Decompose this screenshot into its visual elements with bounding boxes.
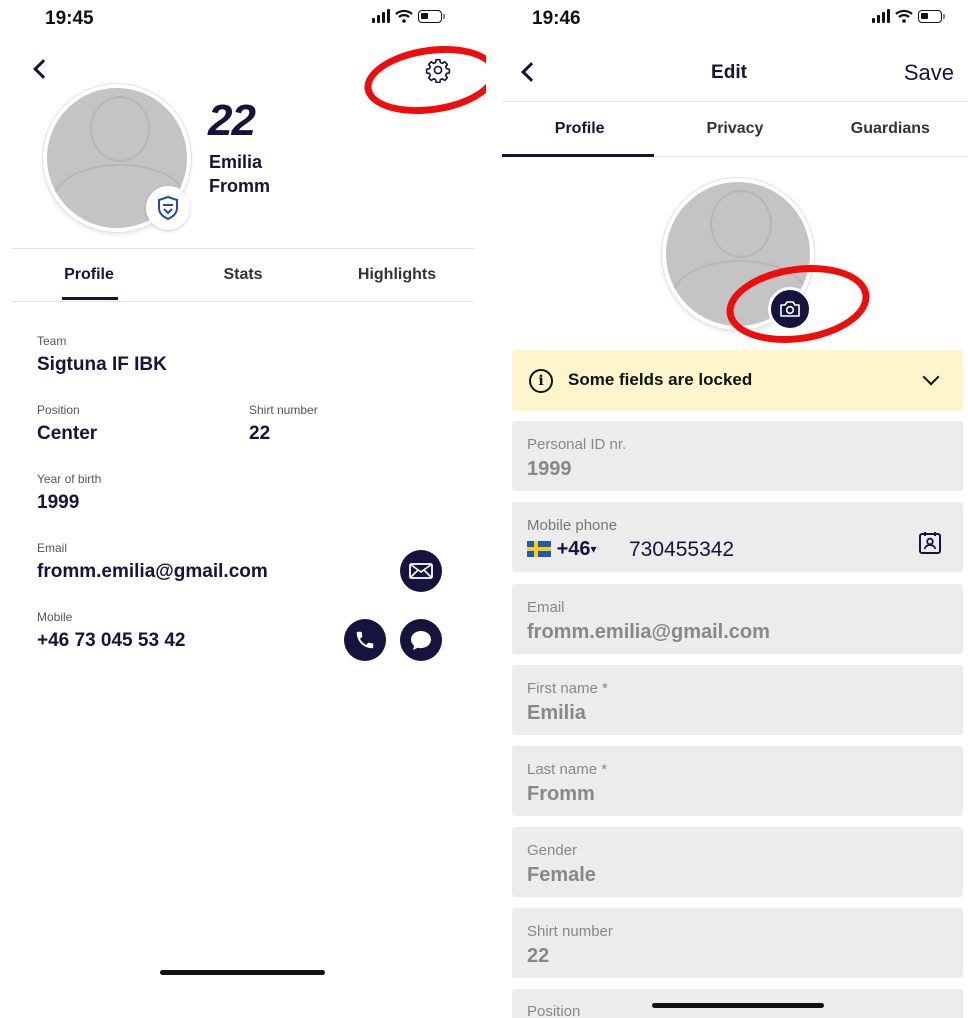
last-name-value: Fromm bbox=[527, 783, 595, 805]
shirt-number-label: Shirt number bbox=[527, 923, 613, 940]
tab-highlights[interactable]: Highlights bbox=[320, 266, 474, 302]
battery-icon bbox=[418, 9, 445, 23]
email-field: Email fromm.emilia@gmail.com bbox=[512, 584, 963, 654]
page-title: Edit bbox=[711, 62, 747, 83]
team-shield-icon bbox=[158, 196, 178, 220]
email-value: fromm.emilia@gmail.com bbox=[527, 621, 770, 643]
personal-id-field: Personal ID nr. 1999 bbox=[512, 421, 963, 491]
personal-id-value: 1999 bbox=[527, 458, 572, 480]
year-of-birth-value: 1999 bbox=[37, 492, 80, 513]
gender-label: Gender bbox=[527, 842, 578, 859]
signal-icon bbox=[372, 9, 390, 23]
edit-tabs: Profile Privacy Guardians bbox=[502, 120, 968, 138]
status-time: 19:46 bbox=[532, 8, 581, 29]
team-label: Team bbox=[37, 334, 67, 348]
last-name-label: Last name * bbox=[527, 761, 608, 778]
position-label: Position bbox=[37, 403, 80, 417]
email-label: Email bbox=[37, 541, 68, 555]
position-label: Position bbox=[527, 1003, 581, 1018]
mobile-label: Mobile bbox=[37, 610, 73, 624]
tab-profile[interactable]: Profile bbox=[502, 120, 657, 138]
shirt-number-value: 22 bbox=[527, 945, 550, 967]
gender-value: Female bbox=[527, 864, 596, 886]
message-button[interactable] bbox=[400, 619, 442, 661]
player-last-name: Fromm bbox=[209, 176, 271, 196]
last-name-field: Last name * Fromm bbox=[512, 746, 963, 816]
divider bbox=[12, 301, 474, 302]
team-value: Sigtuna IF IBK bbox=[37, 354, 167, 375]
tab-guardians[interactable]: Guardians bbox=[813, 120, 968, 138]
tab-privacy[interactable]: Privacy bbox=[657, 120, 812, 138]
wifi-icon bbox=[395, 9, 413, 23]
status-icons bbox=[872, 9, 945, 23]
player-profile-screen: 19:45 22 Emilia Fromm Profile Stats High… bbox=[0, 0, 486, 1018]
wifi-icon bbox=[895, 9, 913, 23]
first-name-label: First name * bbox=[527, 680, 608, 697]
locked-fields-text: Some fields are locked bbox=[568, 370, 753, 389]
player-first-name: Emilia bbox=[209, 152, 263, 172]
country-code-selector[interactable]: +46▾ bbox=[527, 538, 597, 561]
status-icons bbox=[372, 9, 445, 23]
edit-profile-screen: 19:46 Edit Save Profile Privacy Guardian… bbox=[490, 0, 968, 1018]
mobile-value: +46 73 045 53 42 bbox=[37, 630, 186, 651]
send-email-button[interactable] bbox=[400, 550, 442, 592]
email-value: fromm.emilia@gmail.com bbox=[37, 561, 268, 582]
flag-sweden-icon bbox=[527, 541, 551, 557]
dropdown-arrow-icon: ▾ bbox=[590, 542, 597, 556]
mobile-phone-label: Mobile phone bbox=[527, 517, 618, 534]
divider bbox=[502, 101, 968, 102]
call-button[interactable] bbox=[344, 619, 386, 661]
position-value: Center bbox=[37, 423, 98, 444]
signal-icon bbox=[872, 9, 890, 23]
phone-icon bbox=[356, 631, 374, 649]
shirt-number-value: 22 bbox=[249, 423, 271, 444]
player-number: 22 bbox=[208, 96, 256, 145]
shirt-number-label: Shirt number bbox=[249, 403, 318, 417]
mobile-phone-input[interactable]: 730455342 bbox=[629, 538, 734, 562]
year-of-birth-label: Year of birth bbox=[37, 472, 102, 486]
annotation-circle-settings bbox=[360, 37, 486, 123]
personal-id-label: Personal ID nr. bbox=[527, 436, 627, 453]
mobile-phone-field[interactable]: Mobile phone +46▾ 730455342 bbox=[512, 502, 963, 572]
tab-active-indicator bbox=[502, 154, 654, 157]
first-name-field: First name * Emilia bbox=[512, 665, 963, 735]
contact-card-icon[interactable] bbox=[917, 530, 943, 556]
save-button[interactable]: Save bbox=[904, 60, 954, 86]
locked-fields-banner[interactable]: i Some fields are locked bbox=[512, 350, 963, 411]
tab-active-indicator bbox=[62, 297, 118, 300]
team-badge bbox=[146, 186, 190, 230]
shirt-number-field: Shirt number 22 bbox=[512, 908, 963, 978]
chevron-down-icon bbox=[922, 368, 940, 386]
divider bbox=[654, 156, 968, 157]
tab-stats[interactable]: Stats bbox=[166, 266, 320, 302]
country-code: +46 bbox=[556, 538, 591, 560]
home-indicator bbox=[652, 1003, 824, 1008]
status-time: 19:45 bbox=[45, 8, 94, 29]
info-icon: i bbox=[529, 369, 553, 393]
home-indicator bbox=[160, 970, 325, 975]
chat-icon bbox=[411, 631, 431, 650]
battery-icon bbox=[918, 9, 945, 23]
gender-field: Gender Female bbox=[512, 827, 963, 897]
back-chevron-icon[interactable] bbox=[33, 59, 53, 79]
first-name-value: Emilia bbox=[527, 702, 586, 724]
mail-icon bbox=[409, 563, 433, 579]
divider bbox=[12, 248, 474, 249]
email-label: Email bbox=[527, 599, 565, 616]
